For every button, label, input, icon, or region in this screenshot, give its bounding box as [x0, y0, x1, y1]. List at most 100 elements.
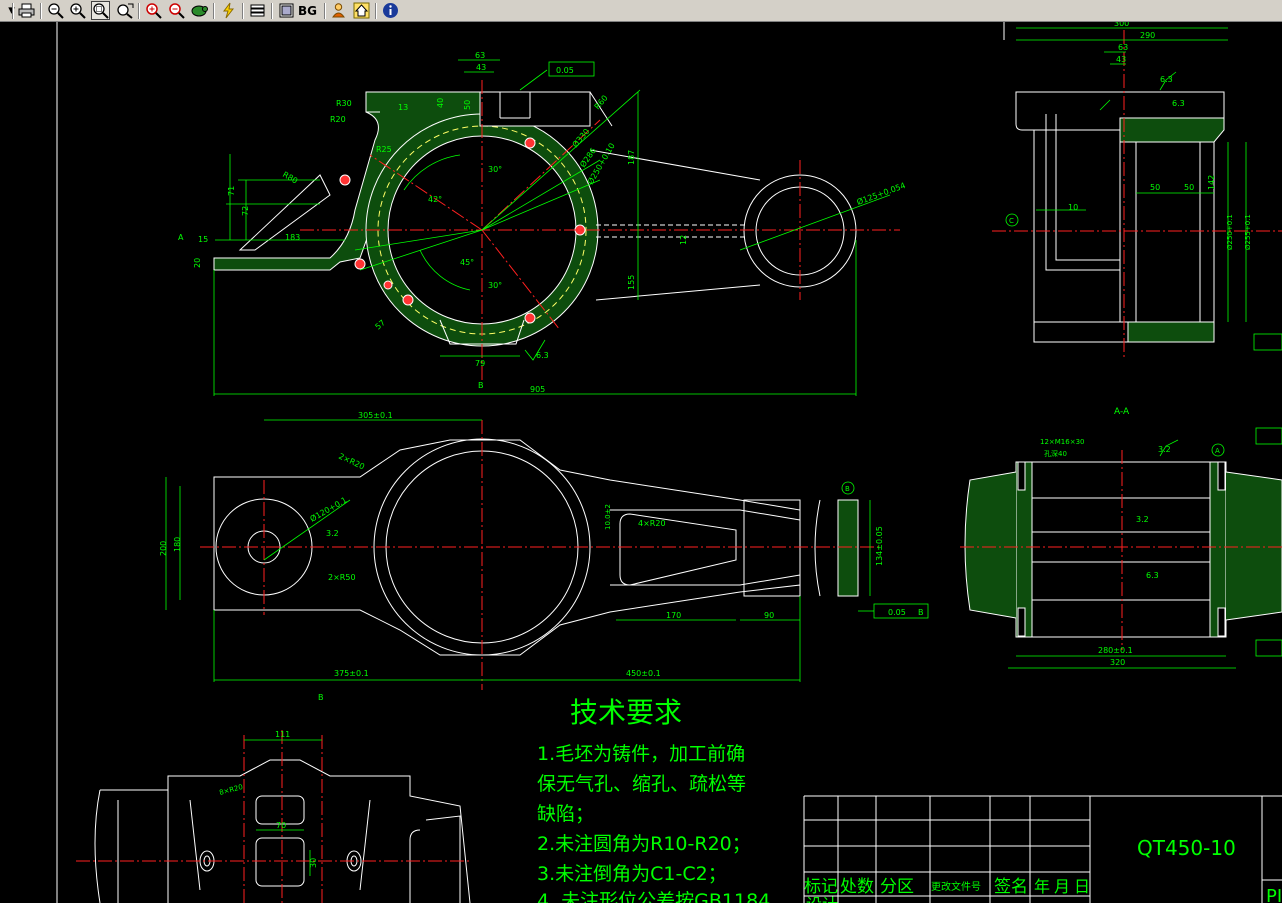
dim-40: 40 [436, 98, 445, 108]
dim-r80: R80 [281, 170, 299, 186]
dim-15: 15 [198, 235, 208, 244]
dim-180: 180 [173, 537, 182, 552]
tech-line-1: 1.毛坯为铸件，加工前确 [537, 743, 745, 765]
toolbar-separator [271, 3, 273, 19]
flash-icon[interactable] [219, 1, 238, 20]
dim-42: 42° [428, 195, 442, 204]
tech-title: 技术要求 [570, 696, 682, 729]
section-label-aa: A-A [1114, 407, 1130, 417]
dim-330: Ø330 [570, 126, 592, 149]
dim-72: 72 [241, 206, 250, 216]
dim-79: 79 [475, 359, 485, 368]
dim-13: 13 [398, 103, 408, 112]
front-view [213, 91, 857, 347]
ra-63d: 6.3 [1146, 571, 1159, 580]
zoom-in-icon[interactable] [68, 1, 87, 20]
dim-290: 290 [1140, 31, 1155, 40]
dim-r60: R60 [593, 93, 610, 111]
dim-170: 170 [666, 611, 681, 620]
svg-text:Ø250+0.1: Ø250+0.1 [1226, 214, 1234, 250]
info-icon[interactable] [381, 1, 400, 20]
tb-header-7: 日 [1074, 877, 1090, 896]
svg-text:10.0±2: 10.0±2 [604, 504, 612, 530]
top-dim-text: 305±0.1 375±0.1 450±0.1 170 90 200 180 1… [159, 411, 924, 702]
dim-200: 200 [159, 541, 168, 556]
side-dimensions [1005, 27, 1282, 351]
zoom-window-icon[interactable] [91, 1, 110, 20]
ra-63b: 6.3 [1160, 75, 1173, 84]
dim-m16b: 孔深40 [1044, 449, 1067, 458]
dim-30b: 30° [488, 281, 502, 290]
toolbar-separator [213, 3, 215, 19]
drawing-canvas[interactable]: 905 183 63 43 50 40 13 30° 30° 45° 42° 1… [0, 22, 1282, 903]
tol-par: 0.05 [888, 608, 906, 617]
dim-63b: 63 [1118, 43, 1128, 52]
dim-187: 187 [627, 150, 636, 165]
toolbar-separator [40, 3, 42, 19]
dim-142: 142 [1207, 175, 1216, 190]
label-a: A [178, 233, 184, 242]
dim-183: 183 [285, 233, 300, 242]
detail-centerlines [76, 730, 470, 903]
top-centerlines [200, 420, 880, 690]
toolbar-separator [138, 3, 140, 19]
toolbar-separator [12, 3, 14, 19]
dim-905: 905 [530, 385, 545, 394]
zoom-minus-icon[interactable] [167, 1, 186, 20]
dim-120: Ø120+0.1 [308, 495, 349, 524]
label-b: B [478, 381, 484, 390]
tb-header-3: 更改文件号 [931, 880, 981, 893]
ra-63c: 6.3 [1172, 99, 1185, 108]
dim-4r20: 4×R20 [638, 519, 666, 528]
dim-375: 375±0.1 [334, 669, 369, 678]
zoom-extents-icon[interactable] [115, 1, 134, 20]
dim-305: 305±0.1 [358, 411, 393, 420]
layers-icon[interactable] [248, 1, 267, 20]
print-icon[interactable] [17, 1, 36, 20]
dim-50a: 50 [1150, 183, 1160, 192]
ra-32c: 3.2 [1136, 515, 1149, 524]
ra-32b: 3.2 [1158, 445, 1171, 454]
dim-50: 50 [463, 100, 472, 110]
dim-320: 320 [1110, 658, 1125, 667]
tech-requirements: 技术要求 1.毛坯为铸件，加工前确 保无气孔、缩孔、疏松等 缺陷； 2.未注圆角… [537, 696, 770, 903]
dim-10: 10 [1068, 203, 1078, 212]
side-centerlines [992, 30, 1282, 360]
dim-43b: 43 [1116, 55, 1126, 64]
person-icon[interactable] [329, 1, 348, 20]
pan-icon[interactable] [190, 1, 209, 20]
zoom-plus-icon[interactable] [144, 1, 163, 20]
tech-line-5: 3.未注倒角为C1-C2； [537, 863, 727, 885]
tb-corner: PI [1266, 886, 1282, 903]
dim-r25: R25 [376, 145, 392, 154]
tb-header-1: 处数 [840, 877, 874, 897]
dim-57: 57 [374, 318, 388, 331]
dim-45: 45° [460, 258, 474, 267]
zoom-out-icon[interactable] [46, 1, 65, 20]
tech-line-2: 保无气孔、缩孔、疏松等 [537, 773, 746, 795]
bg-button[interactable]: BG [298, 1, 317, 20]
top-dimensions [165, 419, 929, 682]
dim-111: 111 [275, 730, 290, 739]
toolbar-separator [324, 3, 326, 19]
dim-30a: 30° [488, 165, 502, 174]
dim-2r50: 2×R50 [328, 573, 356, 582]
tech-line-6: 4. 未注形位公差按GB1184 [537, 890, 770, 903]
toolbar: ▾ BG [0, 0, 1282, 22]
dim-50b: 50 [1184, 183, 1194, 192]
dim-43: 43 [476, 63, 486, 72]
dim-2r20: 2×R20 [337, 452, 366, 472]
dim-300: 300 [1114, 22, 1129, 28]
svg-text:Ø255+0.1: Ø255+0.1 [1244, 214, 1252, 250]
dim-m16: 12×M16×30 [1040, 438, 1085, 446]
tb-header-2: 分区 [880, 877, 914, 897]
tech-line-4: 2.未注圆角为R10-R20； [537, 833, 751, 855]
frame-icon[interactable] [277, 1, 296, 20]
tb-header-5: 年 [1034, 877, 1050, 896]
ra-63: 6.3 [536, 351, 549, 360]
section-aa [964, 461, 1282, 638]
dim-134: 134±0.05 [875, 526, 884, 566]
home-icon[interactable] [352, 1, 371, 20]
ra-32a: 3.2 [326, 529, 339, 538]
tb-header-6: 月 [1054, 877, 1070, 896]
